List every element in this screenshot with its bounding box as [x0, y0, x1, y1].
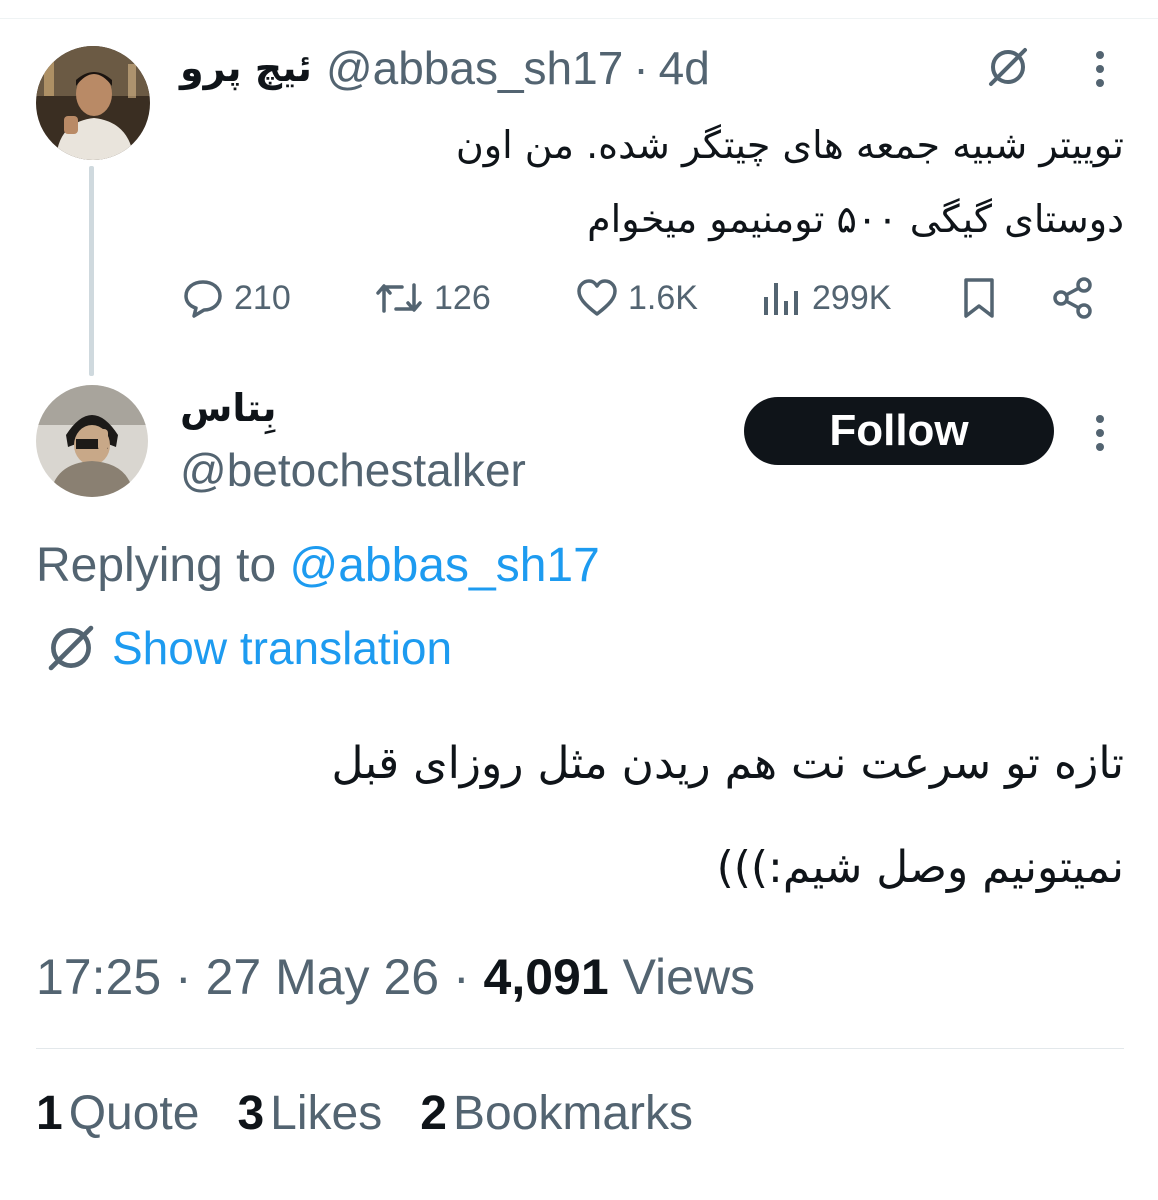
- top-divider: [0, 0, 1158, 19]
- follow-button[interactable]: Follow: [744, 397, 1054, 465]
- parent-more-button[interactable]: [1082, 44, 1118, 94]
- bookmarks-stat[interactable]: 2 Bookmarks: [420, 1086, 693, 1141]
- avatar-image: [36, 46, 150, 160]
- reply-handle[interactable]: @betochestalker: [180, 443, 526, 497]
- parent-tweet-text: توییتر شبیه جمعه های چیتگر شده. من اون د…: [264, 108, 1124, 256]
- likes-count: 3: [237, 1087, 265, 1140]
- reply-more-button[interactable]: [1082, 408, 1118, 458]
- like-button[interactable]: 1.6K: [574, 268, 698, 328]
- bookmarks-label: Bookmarks: [452, 1087, 694, 1140]
- quotes-stat[interactable]: 1 Quote: [36, 1086, 199, 1141]
- likes-label: Likes: [270, 1087, 383, 1140]
- views-count: 299K: [812, 278, 892, 317]
- thread-connector: [89, 166, 94, 376]
- replying-prefix: Replying to: [36, 539, 277, 592]
- parent-separator: ·: [633, 42, 649, 94]
- reply-tweet-text: تازه تو سرعت نت هم ریدن مثل روزای قبل نم…: [44, 712, 1124, 920]
- like-count: 1.6K: [628, 278, 698, 317]
- views-icon: [764, 283, 798, 315]
- show-translation-label: Show translation: [112, 622, 453, 674]
- bookmark-icon: [964, 278, 994, 318]
- stats-divider: [36, 1048, 1124, 1049]
- reply-text-line-1: تازه تو سرعت نت هم ریدن مثل روزای قبل: [331, 738, 1124, 789]
- translate-icon: [48, 625, 94, 671]
- views-total: 4,091: [483, 949, 609, 1005]
- quotes-count: 1: [36, 1087, 63, 1140]
- more-icon: [1096, 415, 1104, 451]
- show-translation-button[interactable]: Show translation: [44, 618, 452, 678]
- avatar-image: [36, 385, 148, 497]
- reply-button[interactable]: 210: [180, 268, 291, 328]
- parent-text-line-2: دوستای گیگی ۵۰۰ تومنیمو میخوام: [587, 197, 1124, 241]
- bookmarks-count: 2: [420, 1087, 447, 1140]
- parent-translate-button[interactable]: [980, 42, 1036, 92]
- repost-icon: [376, 283, 422, 313]
- tweet-time[interactable]: 17:25: [36, 949, 161, 1005]
- quotes-label: Quote: [68, 1087, 200, 1140]
- tweet-date[interactable]: 27 May 26: [206, 949, 439, 1005]
- tweet-meta: 17:25 · 27 May 26 · 4,091 Views: [36, 948, 755, 1006]
- repost-button[interactable]: 126: [372, 268, 491, 328]
- views-label: Views: [622, 949, 756, 1005]
- views-button[interactable]: 299K: [760, 268, 891, 328]
- meta-separator: ·: [175, 949, 192, 1005]
- share-button[interactable]: [1050, 268, 1104, 328]
- parent-text-line-1: توییتر شبیه جمعه های چیتگر شده. من اون: [455, 123, 1124, 167]
- reply-display-name[interactable]: بِتاس: [180, 386, 276, 430]
- parent-handle[interactable]: @abbas_sh17: [326, 41, 623, 95]
- replying-to-link[interactable]: @abbas_sh17: [289, 539, 599, 592]
- reply-count: 210: [234, 278, 291, 317]
- share-icon: [1053, 277, 1092, 319]
- like-icon: [577, 279, 617, 316]
- likes-stat[interactable]: 3 Likes: [237, 1086, 382, 1141]
- engagement-stats: 1 Quote 3 Likes 2 Bookmarks: [36, 1086, 731, 1141]
- parent-age[interactable]: 4d: [659, 41, 710, 95]
- meta-separator: ·: [452, 949, 470, 1005]
- reply-text-line-2: نمیتونیم وصل شیم:))): [716, 842, 1124, 893]
- parent-tweet-header: ئیچ پرو @abbas_sh17 · 4d: [180, 38, 710, 98]
- translate-icon: [989, 48, 1027, 86]
- parent-action-bar: 210 126 1.6K 299K: [180, 268, 1100, 328]
- avatar-betochestalker[interactable]: [36, 385, 148, 497]
- parent-display-name[interactable]: ئیچ پرو: [180, 46, 312, 90]
- repost-count: 126: [434, 278, 491, 317]
- avatar-abbas[interactable]: [36, 46, 150, 160]
- reply-icon: [184, 280, 222, 318]
- more-icon: [1096, 51, 1104, 87]
- replying-to-line: Replying to @abbas_sh17: [36, 538, 600, 593]
- bookmark-button[interactable]: [958, 268, 1008, 328]
